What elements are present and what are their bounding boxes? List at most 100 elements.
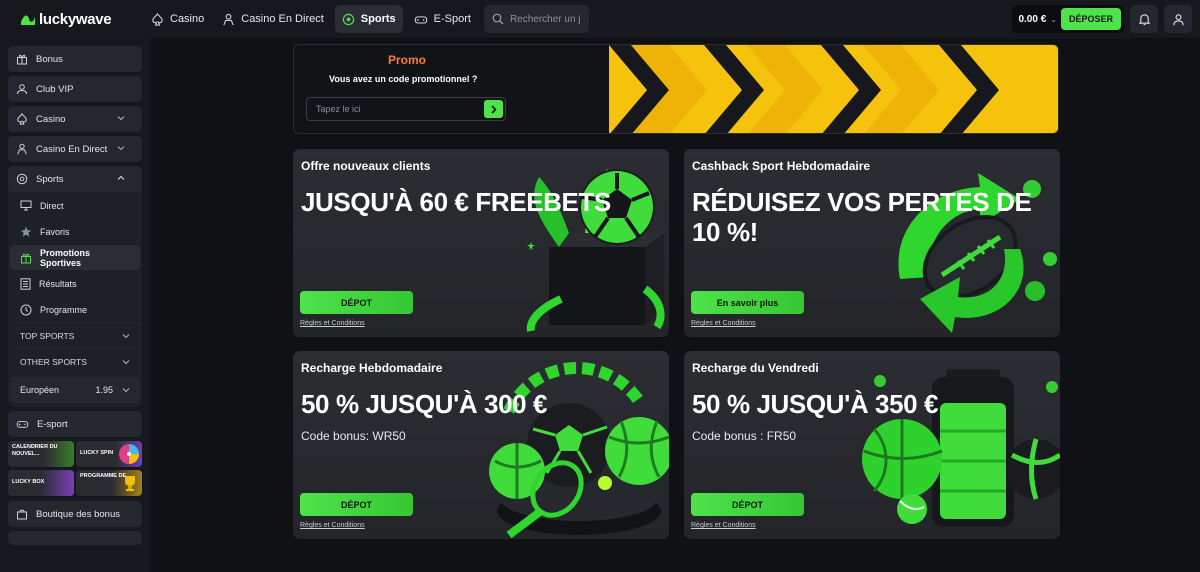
account-area: 0.00 € ⌄ DÉPOSER <box>1012 5 1192 33</box>
sidebar-subitem-favoris[interactable]: Favoris <box>10 219 140 244</box>
nav-esport[interactable]: E-Sport <box>407 5 478 33</box>
card-deposit-button[interactable]: DÉPOT <box>300 493 413 516</box>
tile-lucky-box[interactable]: LUCKY BOX <box>8 470 74 496</box>
tile-label: CALENDRIER DU NOUVEL... <box>12 444 58 457</box>
list-icon <box>20 277 31 290</box>
sidebar-item-casino[interactable]: Casino <box>8 106 142 132</box>
shop-bag-icon <box>17 509 27 520</box>
sidebar-subitem-label: Direct <box>40 200 64 211</box>
tile-calendrier[interactable]: CALENDRIER DU NOUVEL... <box>8 441 74 467</box>
nav-casino-label: Casino <box>170 13 205 25</box>
sidebar-item-esport[interactable]: E-sport <box>8 411 142 437</box>
odds-format-select[interactable]: Européen 1.95 <box>10 377 140 403</box>
card-bonus-code: Code bonus: WR50 <box>301 429 406 443</box>
tile-lucky-spin[interactable]: LUCKY SPIN <box>76 441 142 467</box>
sidebar: Bonus Club VIP Casino Casino En Direct S… <box>0 38 150 572</box>
sports-balls-illustration <box>489 361 669 539</box>
card-title: Offre nouveaux clients <box>301 159 431 173</box>
tile-label: LUCKY SPIN <box>80 450 114 456</box>
sidebar-subitem-label: Résultats <box>39 278 77 289</box>
sidebar-item-more[interactable] <box>8 531 142 545</box>
star-icon <box>20 226 32 237</box>
chevron-right-icon <box>491 104 497 114</box>
sidebar-item-label: Sports <box>36 173 64 185</box>
sidebar-item-sports[interactable]: Sports <box>8 166 142 192</box>
card-rules-link[interactable]: Règles et Conditions <box>300 522 365 529</box>
top-bar: luckywave Casino Casino En Direct Sports… <box>0 0 1200 38</box>
promo-card-friday-reload: Recharge du Vendredi 50 % JUSQU'À 350 € … <box>684 351 1060 539</box>
bell-icon <box>1138 13 1150 25</box>
gift-icon <box>17 54 27 65</box>
sidebar-item-boutique[interactable]: Boutique des bonus <box>8 501 142 527</box>
chevron-down-icon <box>122 388 130 393</box>
sidebar-section-top-sports[interactable]: TOP SPORTS <box>10 323 140 348</box>
nav-live-casino[interactable]: Casino En Direct <box>215 5 331 33</box>
promo-submit-button[interactable] <box>484 100 503 118</box>
card-headline: 50 % JUSQU'À 350 € <box>692 389 939 419</box>
gift-icon <box>21 253 31 263</box>
card-learn-more-button[interactable]: En savoir plus <box>691 291 804 314</box>
search-box[interactable] <box>483 5 589 33</box>
wallet-widget[interactable]: 0.00 € ⌄ DÉPOSER <box>1012 5 1124 33</box>
card-deposit-button[interactable]: DÉPOT <box>300 291 413 314</box>
sidebar-item-live-casino[interactable]: Casino En Direct <box>8 136 142 162</box>
sidebar-subitem-label: Favoris <box>40 226 70 237</box>
tile-programme[interactable]: PROGRAMME DE... <box>76 470 142 496</box>
balance-value: 0.00 € <box>1018 13 1047 25</box>
sidebar-section-label: OTHER SPORTS <box>20 357 87 367</box>
trophy-icon <box>125 476 135 491</box>
sidebar-subitem-label: Promotions Sportives <box>40 247 91 268</box>
dealer-icon <box>223 13 234 25</box>
nav-sports[interactable]: Sports <box>334 5 403 33</box>
nav-live-casino-label: Casino En Direct <box>241 13 324 25</box>
card-rules-link[interactable]: Règles et Conditions <box>300 320 365 327</box>
promo-title: Promo <box>388 53 427 67</box>
luckywave-logo[interactable]: luckywave <box>20 8 132 30</box>
sidebar-subitem-resultats[interactable]: Résultats <box>10 271 140 296</box>
nav-esport-label: E-Sport <box>433 13 471 25</box>
brand-name: luckywave <box>39 10 112 28</box>
chevron-down-icon <box>117 116 125 121</box>
main-nav: Casino Casino En Direct Sports E-Sport <box>144 5 589 33</box>
profile-button[interactable] <box>1164 5 1192 33</box>
wave-icon <box>20 11 36 27</box>
wheel-icon <box>119 444 139 464</box>
gift-box-illustration <box>526 169 665 332</box>
card-title: Recharge Hebdomadaire <box>301 361 443 375</box>
card-deposit-button[interactable]: DÉPOT <box>691 493 804 516</box>
sidebar-item-label: Club VIP <box>36 83 74 95</box>
card-rules-link[interactable]: Règles et Conditions <box>691 522 756 529</box>
nav-casino[interactable]: Casino <box>144 5 211 33</box>
odds-format-label: Européen <box>20 385 60 395</box>
sidebar-sports-group: Sports Direct Favoris Promotions Sportiv… <box>8 166 142 407</box>
clock-icon <box>20 304 32 315</box>
sidebar-item-label: Bonus <box>36 53 63 65</box>
promo-code-field <box>306 97 506 121</box>
soccer-ball-icon <box>16 173 28 185</box>
spade-icon <box>152 12 163 26</box>
sidebar-item-club-vip[interactable]: Club VIP <box>8 76 142 102</box>
deposit-button[interactable]: DÉPOSER <box>1060 8 1121 30</box>
sidebar-item-bonus[interactable]: Bonus <box>8 46 142 72</box>
promo-code-input[interactable] <box>307 98 477 120</box>
search-input[interactable] <box>509 13 580 25</box>
sidebar-subitem-direct[interactable]: Direct <box>10 193 140 218</box>
user-icon <box>1172 13 1184 25</box>
monitor-icon <box>20 200 32 211</box>
promo-code-banner: Promo Vous avez un code promotionnel ? <box>293 44 1059 134</box>
card-title: Cashback Sport Hebdomadaire <box>692 159 871 173</box>
chevron-up-icon <box>117 175 125 180</box>
sidebar-subitem-programme[interactable]: Programme <box>10 297 140 322</box>
soccer-ball-icon <box>342 13 355 25</box>
sidebar-section-other-sports[interactable]: OTHER SPORTS <box>10 349 140 374</box>
dealer-icon <box>17 143 27 155</box>
battery-balls-illustration <box>862 369 1060 527</box>
card-rules-link[interactable]: Règles et Conditions <box>691 320 756 327</box>
gamepad-icon <box>16 421 29 428</box>
promo-card-cashback: Cashback Sport Hebdomadaire RÉDUISEZ VOS… <box>684 149 1060 337</box>
promo-question: Vous avez un code promotionnel ? <box>329 74 478 84</box>
sidebar-subitem-promotions-sportives[interactable]: Promotions Sportives <box>10 245 140 270</box>
notifications-button[interactable] <box>1130 5 1158 33</box>
promo-tiles: CALENDRIER DU NOUVEL... LUCKY SPIN LUCKY… <box>8 441 142 496</box>
chevron-down-icon[interactable]: ⌄ <box>1050 15 1057 24</box>
